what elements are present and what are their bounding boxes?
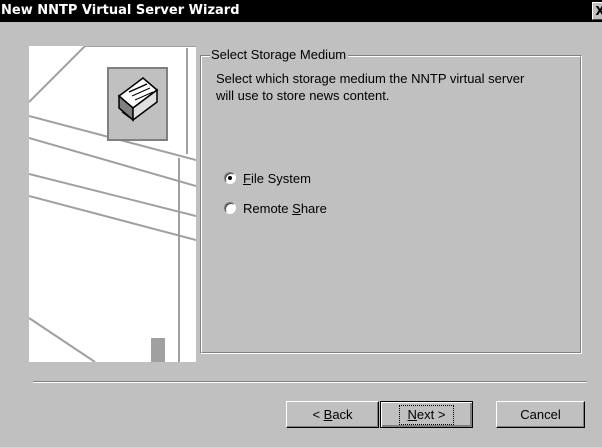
newspaper-icon bbox=[107, 67, 168, 141]
radio-unchecked-icon[interactable] bbox=[224, 202, 236, 214]
back-button-label: < Back bbox=[312, 407, 353, 422]
wizard-illustration bbox=[28, 45, 197, 363]
back-button[interactable]: < Back bbox=[286, 401, 379, 428]
close-button[interactable]: X bbox=[592, 2, 602, 20]
radio-checked-icon[interactable] bbox=[224, 172, 236, 184]
description-line-2: will use to store news content. bbox=[216, 88, 390, 103]
window-title: New NNTP Virtual Server Wizard bbox=[1, 3, 240, 18]
server-illustration-icon bbox=[28, 45, 197, 363]
radio-remote-share-label: Remote Share bbox=[243, 200, 327, 216]
cancel-button[interactable]: Cancel bbox=[496, 401, 585, 428]
radio-file-system-label: File System bbox=[243, 170, 311, 186]
next-button-label: Next > bbox=[398, 404, 455, 425]
radio-remote-share[interactable]: Remote Share bbox=[224, 198, 327, 218]
title-bar[interactable]: New NNTP Virtual Server Wizard X bbox=[0, 0, 602, 22]
radio-file-system[interactable]: File System bbox=[224, 168, 311, 188]
close-icon: X bbox=[595, 4, 602, 18]
separator-highlight bbox=[33, 382, 587, 383]
wizard-window: New NNTP Virtual Server Wizard X Select … bbox=[0, 0, 602, 447]
next-button[interactable]: Next > bbox=[380, 401, 473, 428]
description-line-1: Select which storage medium the NNTP vir… bbox=[216, 71, 525, 86]
description-text: Select which storage medium the NNTP vir… bbox=[216, 70, 576, 104]
group-title: Select Storage Medium bbox=[210, 46, 349, 63]
cancel-button-label: Cancel bbox=[520, 407, 561, 422]
